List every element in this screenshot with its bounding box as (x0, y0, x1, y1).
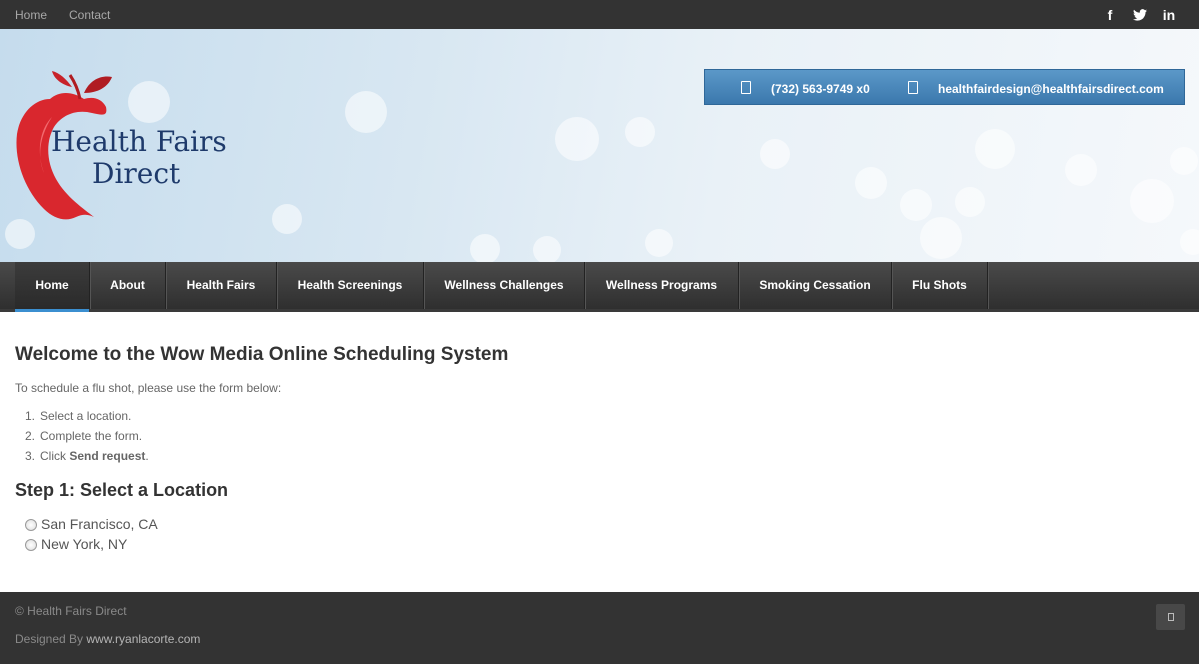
bokeh-decoration (272, 204, 302, 234)
contact-box: (732) 563-9749 x0 healthfairdesign@healt… (704, 69, 1185, 105)
nav-item-flu-shots[interactable]: Flu Shots (892, 262, 988, 309)
bokeh-decoration (645, 229, 673, 257)
bokeh-decoration (1180, 229, 1199, 255)
email-address[interactable]: healthfairdesign@healthfairsdirect.com (938, 82, 1164, 96)
phone-icon (741, 81, 751, 94)
step1-title: Step 1: Select a Location (15, 480, 229, 500)
nav-item-health-fairs[interactable]: Health Fairs (166, 262, 277, 309)
bokeh-decoration (470, 234, 500, 262)
nav-item-health-screenings[interactable]: Health Screenings (277, 262, 424, 309)
site-footer: © Health Fairs Direct Designed By www.ry… (0, 592, 1199, 664)
arrow-up-icon (1168, 613, 1174, 621)
step-text: Select a location. (40, 409, 132, 423)
nav-item-about[interactable]: About (90, 262, 166, 309)
designed-by: Designed By www.ryanlacorte.com (15, 632, 200, 646)
bokeh-decoration (1130, 179, 1174, 223)
nav-active-indicator (15, 309, 89, 312)
nav-item-home[interactable]: Home (15, 262, 90, 309)
main-nav: Home About Health Fairs Health Screening… (0, 262, 1199, 312)
bokeh-decoration (625, 117, 655, 147)
bokeh-decoration (1065, 154, 1097, 186)
step-number: 2. (25, 429, 36, 443)
bokeh-decoration (855, 167, 887, 199)
step-text-prefix: Click (40, 449, 70, 463)
bokeh-decoration (555, 117, 599, 161)
linkedin-icon[interactable]: in (1160, 6, 1178, 24)
top-link-contact[interactable]: Contact (69, 8, 110, 22)
bokeh-decoration (533, 236, 561, 262)
step-text: Click Send request. (40, 449, 149, 463)
step-number: 3. (25, 449, 36, 463)
designer-link[interactable]: www.ryanlacorte.com (86, 632, 200, 646)
nav-item-smoking-cessation[interactable]: Smoking Cessation (739, 262, 892, 309)
bokeh-decoration (920, 217, 962, 259)
location-label[interactable]: New York, NY (41, 536, 127, 552)
top-link-home[interactable]: Home (15, 8, 47, 22)
nav-item-wellness-challenges[interactable]: Wellness Challenges (424, 262, 585, 309)
phone-number[interactable]: (732) 563-9749 x0 (771, 82, 870, 96)
bokeh-decoration (975, 129, 1015, 169)
page-title: Welcome to the Wow Media Online Scheduli… (15, 344, 509, 365)
site-header: Health Fairs Direct (732) 563-9749 x0 he… (0, 29, 1199, 262)
bokeh-decoration (345, 91, 387, 133)
bokeh-decoration (1170, 147, 1198, 175)
bokeh-decoration (955, 187, 985, 217)
location-radio[interactable] (25, 519, 37, 531)
twitter-icon[interactable] (1131, 6, 1149, 24)
location-radio[interactable] (25, 539, 37, 551)
email-icon (908, 81, 918, 94)
copyright-text: © Health Fairs Direct (15, 604, 127, 618)
facebook-icon[interactable]: f (1101, 6, 1119, 24)
back-to-top-button[interactable] (1156, 604, 1185, 630)
bokeh-decoration (900, 189, 932, 221)
step-text: Complete the form. (40, 429, 143, 443)
site-logo[interactable]: Health Fairs Direct (14, 69, 234, 224)
bokeh-decoration (760, 139, 790, 169)
intro-text: To schedule a flu shot, please use the f… (15, 381, 282, 395)
step-text-bold: Send request (69, 449, 146, 463)
step-text-suffix: . (145, 449, 149, 463)
step-number: 1. (25, 409, 36, 423)
designed-by-label: Designed By (15, 632, 87, 646)
nav-item-wellness-programs[interactable]: Wellness Programs (585, 262, 739, 309)
location-label[interactable]: San Francisco, CA (41, 516, 158, 532)
top-bar: Home Contact f in (0, 0, 1199, 29)
logo-text-line2: Direct (92, 157, 181, 190)
logo-text-line1: Health Fairs (51, 125, 227, 158)
